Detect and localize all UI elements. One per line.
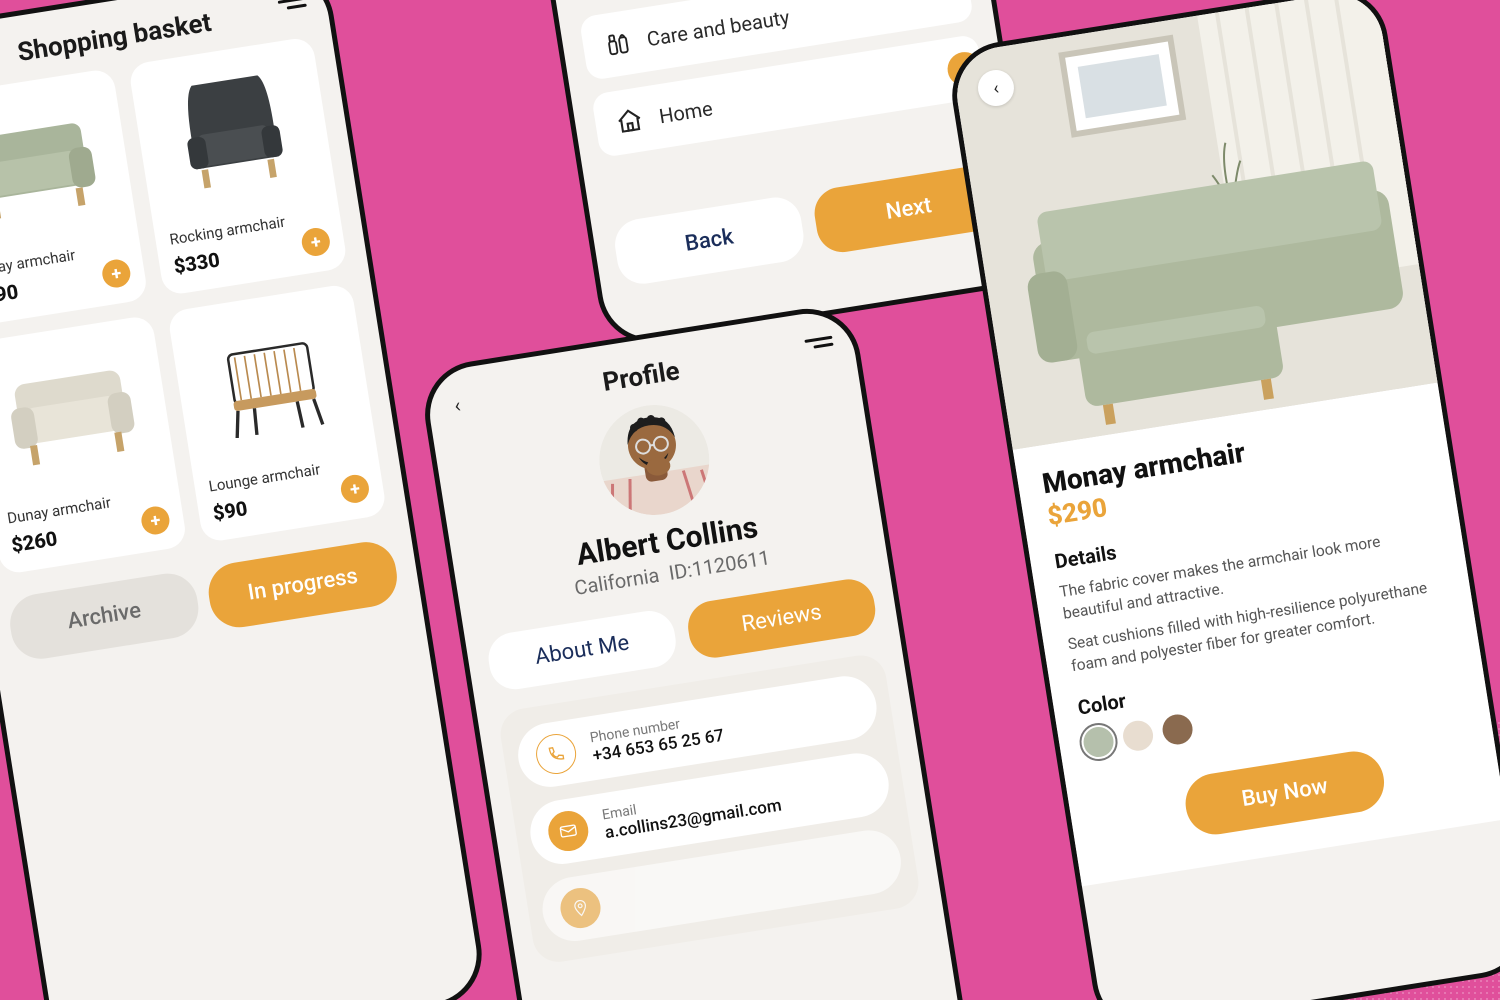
color-swatch[interactable]: [1160, 712, 1194, 746]
location-icon: [558, 885, 604, 931]
add-icon[interactable]: +: [339, 473, 371, 505]
home-icon: [614, 105, 646, 137]
basket-item[interactable]: Rocking armchair $330 +: [128, 36, 348, 296]
basket-grid: Monay armchair $290 + Rocking armchair: [0, 36, 387, 575]
email-icon: [545, 808, 591, 854]
category-label: Care and beauty: [645, 5, 791, 51]
contact-group: Phone number +34 653 65 25 67 Email a.co…: [497, 652, 922, 966]
back-icon[interactable]: ‹: [452, 393, 462, 418]
add-icon[interactable]: +: [100, 258, 132, 290]
avatar: [591, 397, 717, 523]
buy-button[interactable]: Buy Now: [1181, 747, 1388, 839]
reviews-tab[interactable]: Reviews: [684, 576, 879, 662]
basket-item[interactable]: Lounge armchair $90 +: [167, 283, 387, 543]
archive-tab[interactable]: Archive: [6, 569, 203, 663]
color-swatch[interactable]: [1081, 725, 1115, 759]
basket-item[interactable]: Monay armchair $290 +: [0, 68, 149, 329]
profile-screen: ‹ Profile: [417, 301, 992, 1000]
item-price: $90: [211, 496, 249, 525]
add-icon[interactable]: +: [139, 504, 171, 536]
phone-icon: [533, 731, 579, 777]
basket-screen: Shopping basket Monay armchair $290 +: [0, 0, 489, 1000]
menu-icon[interactable]: [278, 0, 307, 11]
add-icon[interactable]: +: [300, 226, 332, 258]
menu-icon[interactable]: [804, 336, 833, 350]
progress-tab[interactable]: In progress: [204, 538, 401, 632]
item-price: $330: [172, 247, 221, 278]
category-label: Home: [657, 96, 714, 128]
item-price: $260: [10, 526, 59, 557]
about-tab[interactable]: About Me: [485, 607, 680, 693]
product-hero: ‹: [950, 0, 1437, 450]
detail-screen: ‹: [944, 0, 1500, 1000]
color-swatch[interactable]: [1121, 718, 1155, 752]
care-icon: [601, 28, 633, 60]
chevron-left-icon: ‹: [992, 77, 1001, 99]
item-price: $290: [0, 279, 20, 310]
basket-item[interactable]: Dunay armchair $260 +: [0, 315, 188, 576]
profile-title: Profile: [601, 356, 682, 398]
